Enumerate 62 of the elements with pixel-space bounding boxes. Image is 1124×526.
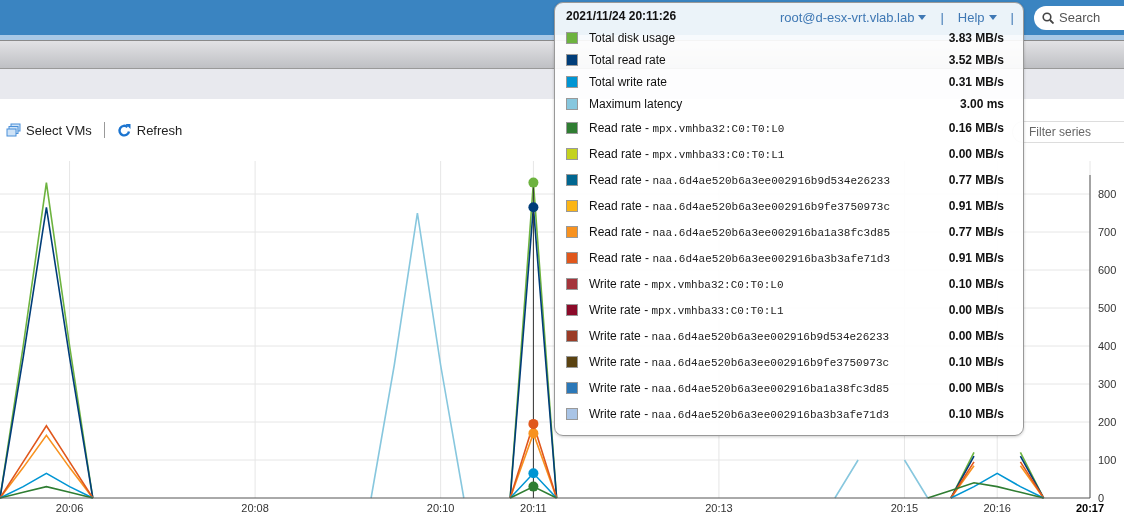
x-tick-label: 20:15 [890, 502, 919, 514]
x-tick-label: 20:13 [705, 502, 733, 514]
select-vms-button[interactable]: Select VMs [6, 122, 92, 138]
x-tick-label: 20:10 [426, 502, 455, 514]
series-name: Read rate - naa.6d4ae520b6a3ee002916b9fe3750973c [589, 199, 891, 213]
x-tick-label: 20:08 [241, 502, 269, 514]
caret-icon [918, 15, 927, 20]
series-name: Total disk usage [589, 31, 677, 45]
caret-icon [988, 15, 997, 20]
search-field[interactable]: Search [1034, 5, 1124, 30]
series-name: Total read rate [589, 53, 667, 67]
separator: | [940, 10, 944, 25]
series-name: Write rate - mpx.vmhba33:C0:T0:L1 [589, 303, 785, 317]
series-value: 0.00 MB/s [947, 381, 1004, 395]
series-name: Write rate - mpx.vmhba32:C0:T0:L0 [589, 277, 785, 291]
series-value: 0.00 MB/s [947, 329, 1004, 343]
series-value: 0.77 MB/s [947, 173, 1004, 187]
series-value: 0.00 MB/s [947, 303, 1004, 317]
series-value: 0.91 MB/s [947, 251, 1004, 265]
series-name: Read rate - mpx.vmhba32:C0:T0:L0 [589, 121, 786, 135]
search-icon [1042, 11, 1054, 24]
y-tick-label: 400 [1098, 340, 1117, 352]
refresh-button[interactable]: Refresh [116, 122, 183, 138]
series-value: 0.31 MB/s [947, 75, 1004, 89]
series-name: Read rate - naa.6d4ae520b6a3ee002916b9d534e26233 [589, 173, 891, 187]
series-name: Maximum latency [589, 97, 684, 111]
x-tick-label: 20:11 [520, 502, 547, 514]
vm-stack-icon [6, 123, 21, 137]
series-value: 0.77 MB/s [947, 225, 1004, 239]
series-value: 0.10 MB/s [947, 355, 1004, 369]
series-name: Total write rate [589, 75, 669, 89]
tooltip-timestamp: 2021/11/24 20:11:26 [566, 9, 677, 23]
series-name: Write rate - naa.6d4ae520b6a3ee002916ba1a38fc3d85 [589, 381, 891, 395]
series-value: 3.52 MB/s [947, 53, 1004, 67]
separator: | [1010, 10, 1014, 25]
y-tick-label: 200 [1098, 416, 1117, 428]
series-value: 3.83 MB/s [947, 31, 1004, 45]
y-tick-label: 600 [1098, 264, 1117, 276]
series-value: 0.91 MB/s [947, 199, 1004, 213]
series-value: 0.10 MB/s [947, 277, 1004, 291]
y-tick-label: 800 [1098, 188, 1117, 200]
y-tick-label: 0 [1098, 492, 1105, 504]
y-tick-label: 100 [1098, 454, 1117, 466]
series-value: 0.10 MB/s [947, 407, 1004, 421]
help-menu[interactable]: Help [957, 10, 997, 25]
y-tick-label: 300 [1098, 378, 1117, 390]
series-name: Read rate - mpx.vmhba33:C0:T0:L1 [589, 147, 786, 161]
series-name: Read rate - naa.6d4ae520b6a3ee002916ba1a38fc3d85 [589, 225, 891, 239]
user-menu[interactable]: root@d-esx-vrt.vlab.lab [779, 10, 927, 25]
series-name: Write rate - naa.6d4ae520b6a3ee002916b9d534e26233 [589, 329, 891, 343]
series-name: Write rate - naa.6d4ae520b6a3ee002916ba3b3afe71d3 [589, 407, 891, 421]
series-value: 0.00 MB/s [947, 147, 1004, 161]
x-tick-label: 20:17 [1075, 502, 1105, 514]
series-value: 0.16 MB/s [947, 121, 1004, 135]
series-name: Read rate - naa.6d4ae520b6a3ee002916ba3b3afe71d3 [589, 251, 891, 265]
y-tick-label: 500 [1098, 302, 1117, 314]
x-tick-label: 20:06 [55, 502, 84, 514]
refresh-icon [116, 122, 132, 138]
series-name: Write rate - naa.6d4ae520b6a3ee002916b9fe3750973c [589, 355, 891, 369]
series-value: 3.00 ms [958, 97, 1004, 111]
x-tick-label: 20:16 [983, 502, 1011, 514]
y-tick-label: 700 [1098, 226, 1117, 238]
